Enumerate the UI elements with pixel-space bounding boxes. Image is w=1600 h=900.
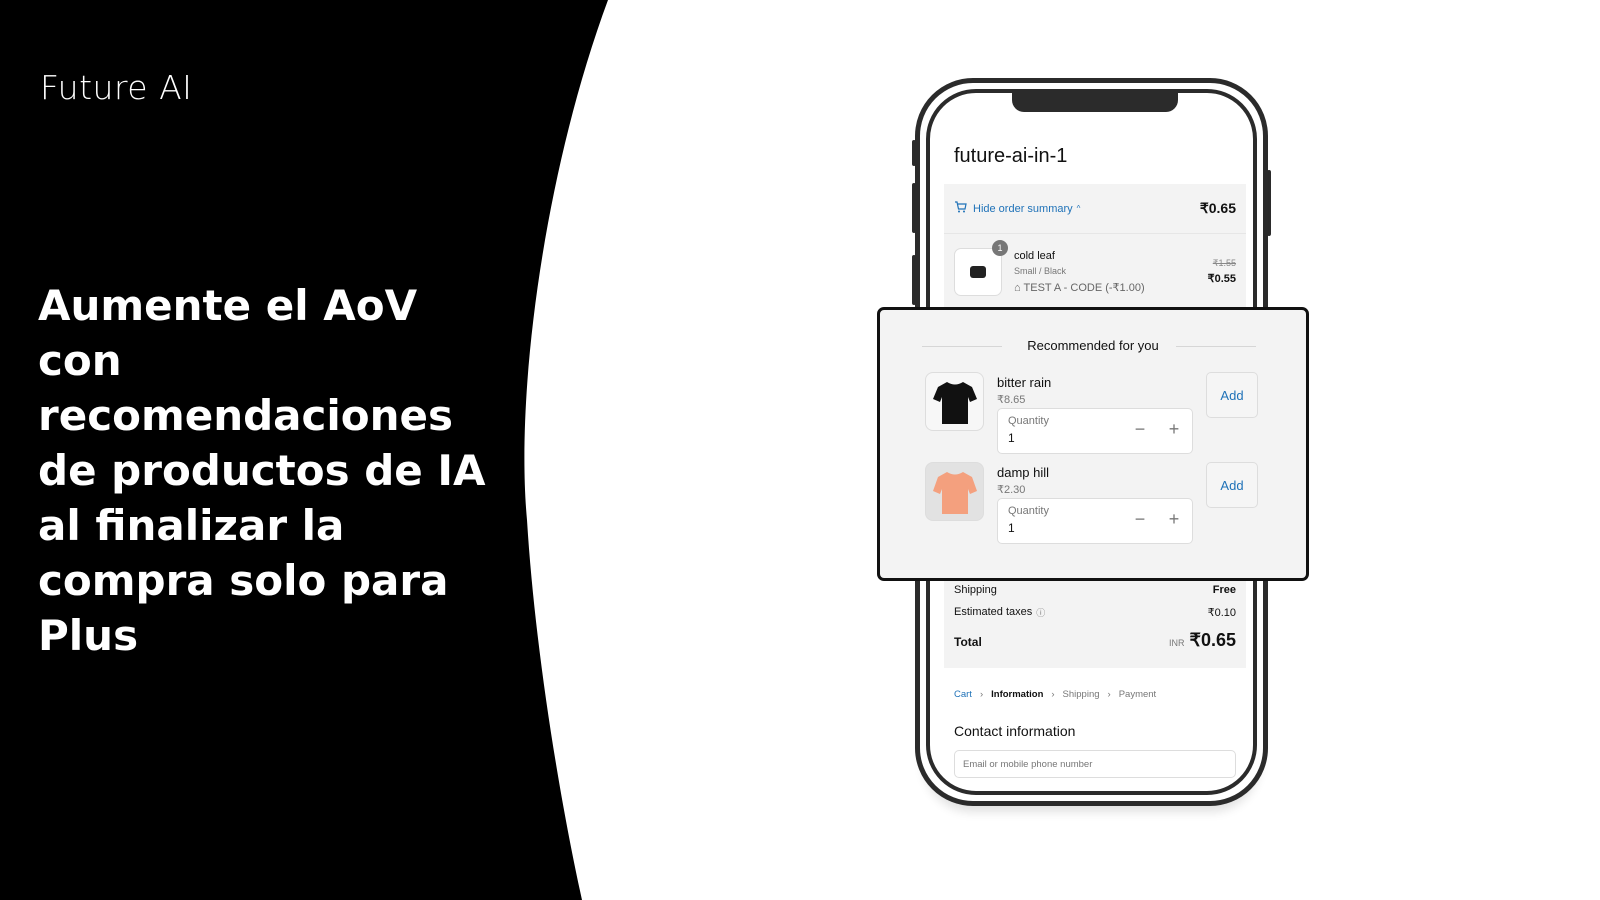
plus-icon[interactable]: +	[1164, 509, 1184, 530]
chevron-right-icon: ›	[979, 689, 984, 700]
taxes-label: Estimated taxes	[954, 606, 1033, 618]
breadcrumb-information: Information	[991, 689, 1044, 700]
shipping-row: Shipping Free	[954, 584, 1236, 596]
quantity-badge: 1	[992, 240, 1008, 256]
store-name: future-ai-in-1	[954, 145, 1068, 167]
tag-icon: ⌂	[1014, 282, 1024, 294]
total-row: Total INR ₹0.65	[954, 630, 1236, 651]
product-image	[925, 372, 984, 431]
total-label: Total	[954, 635, 982, 649]
email-input[interactable]: Email or mobile phone number	[954, 750, 1236, 778]
quantity-stepper[interactable]: Quantity 1 − +	[997, 408, 1193, 454]
phone-notch	[1012, 93, 1178, 112]
breadcrumb-shipping: Shipping	[1062, 689, 1100, 700]
quantity-value[interactable]: 1	[1008, 521, 1015, 535]
taxes-row: Estimated taxes ⓘ ₹0.10	[954, 606, 1236, 619]
cart-icon	[954, 201, 967, 216]
product-image	[925, 462, 984, 521]
add-button[interactable]: Add	[1206, 372, 1258, 418]
shipping-value: Free	[1212, 584, 1236, 596]
brand-logo-text: Future AI	[40, 68, 193, 107]
quantity-value[interactable]: 1	[1008, 431, 1015, 445]
camera-icon	[970, 266, 986, 278]
breadcrumb-cart[interactable]: Cart	[954, 689, 972, 700]
recommendation-item: bitter rain ₹8.65 Quantity 1 − + Add	[925, 372, 1261, 454]
breadcrumb: Cart › Information › Shipping › Payment	[954, 689, 1156, 700]
summary-toggle[interactable]: Hide order summary ^ ₹0.65	[944, 184, 1246, 234]
total-value: ₹0.65	[1189, 630, 1237, 650]
taxes-value: ₹0.10	[1207, 607, 1236, 619]
recommendations-panel: Recommended for you bitter rain ₹8.65 Qu…	[877, 307, 1309, 581]
summary-toggle-label: Hide order summary	[973, 202, 1073, 215]
plus-icon[interactable]: +	[1164, 419, 1184, 440]
minus-icon[interactable]: −	[1130, 419, 1150, 440]
shipping-label: Shipping	[954, 584, 997, 596]
summary-total: ₹0.65	[1199, 200, 1236, 216]
quantity-label: Quantity	[1008, 505, 1049, 517]
add-button[interactable]: Add	[1206, 462, 1258, 508]
help-icon[interactable]: ⓘ	[1036, 606, 1045, 619]
product-price: ₹2.30	[997, 484, 1026, 496]
currency: INR	[1169, 638, 1185, 648]
chevron-right-icon: ›	[1051, 689, 1055, 700]
product-name: damp hill	[997, 465, 1050, 480]
tshirt-icon	[932, 381, 977, 424]
contact-heading: Contact information	[954, 723, 1076, 739]
tshirt-icon	[932, 471, 977, 514]
item-price: ₹0.55	[1207, 273, 1236, 285]
breadcrumb-payment: Payment	[1118, 689, 1157, 700]
quantity-label: Quantity	[1008, 415, 1049, 427]
quantity-stepper[interactable]: Quantity 1 − +	[997, 498, 1193, 544]
product-name: bitter rain	[997, 375, 1052, 390]
headline: Aumente el AoV con recomendaciones de pr…	[38, 281, 486, 660]
chevron-up-icon: ^	[1076, 204, 1081, 213]
recommendation-item: damp hill ₹2.30 Quantity 1 − + Add	[925, 462, 1261, 544]
chevron-right-icon: ›	[1107, 689, 1111, 700]
original-price: ₹1.55	[1212, 258, 1236, 268]
item-name: cold leaf	[1014, 250, 1055, 262]
item-variant: Small / Black	[1014, 266, 1067, 276]
product-image	[954, 248, 1002, 296]
item-discount: ⌂ TEST A - CODE (-₹1.00)	[1014, 281, 1145, 294]
minus-icon[interactable]: −	[1130, 509, 1150, 530]
product-price: ₹8.65	[997, 394, 1026, 406]
recommendations-title: Recommended for you	[1027, 338, 1159, 353]
discount-text: TEST A - CODE (-₹1.00)	[1023, 282, 1145, 294]
